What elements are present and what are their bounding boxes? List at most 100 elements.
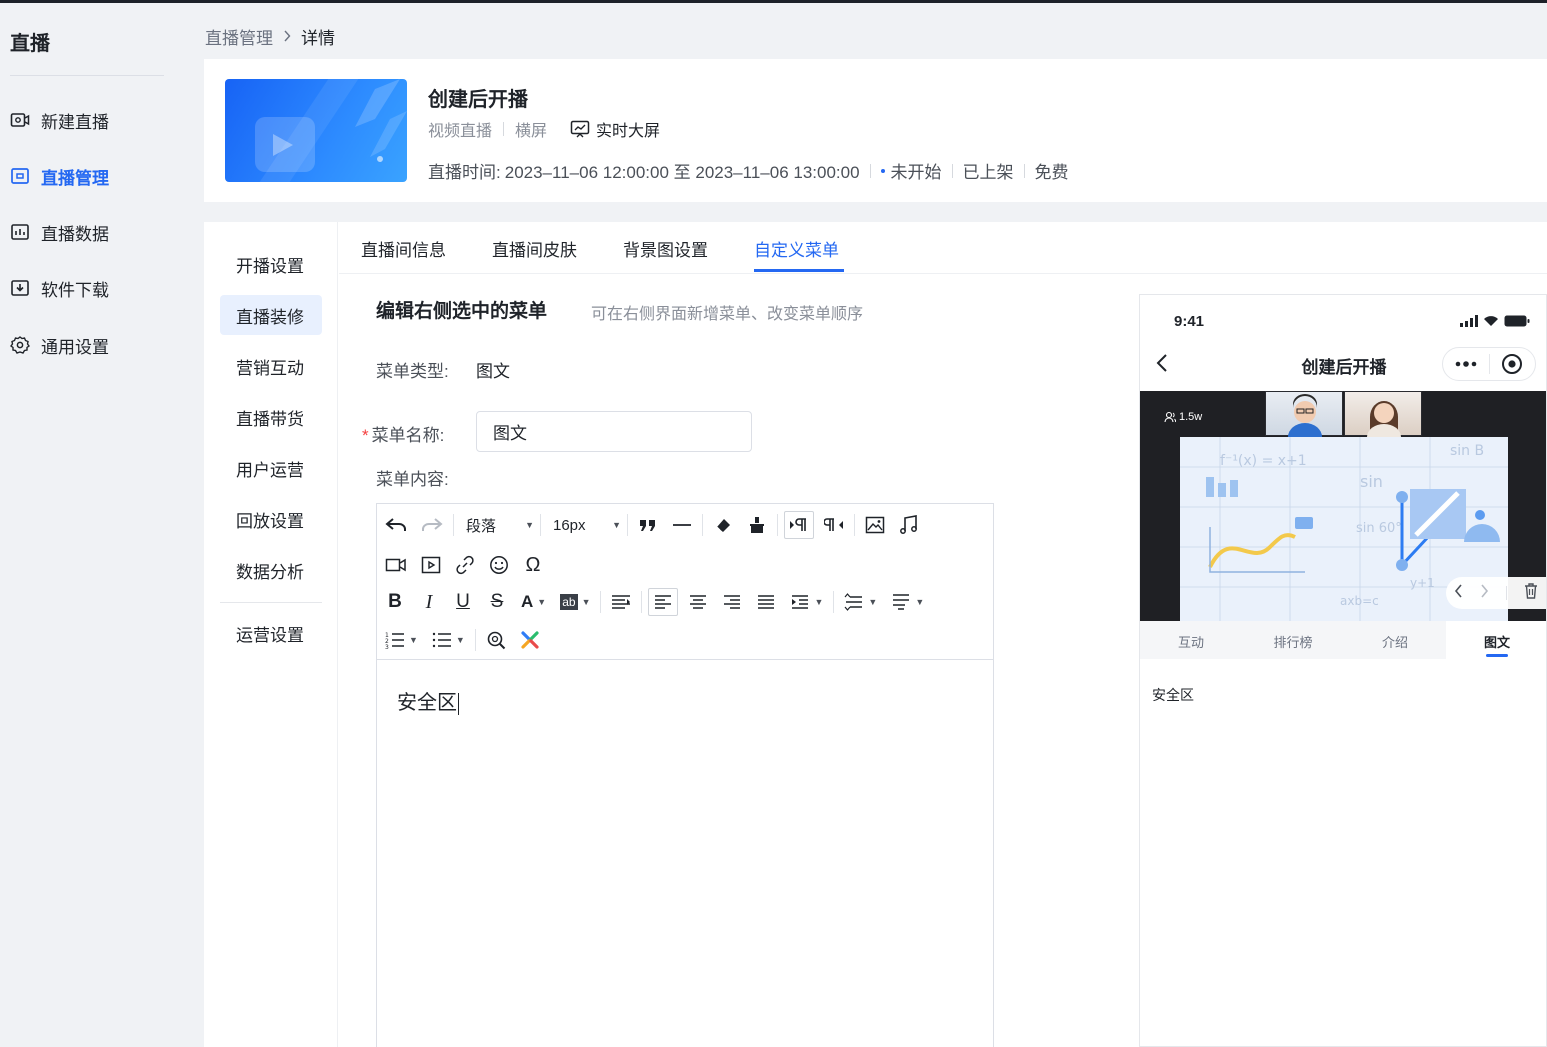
divider <box>503 122 505 136</box>
align-center-icon[interactable] <box>684 588 712 616</box>
caret-down-icon: ▼ <box>814 597 824 607</box>
font-color-icon[interactable]: A ▼ <box>517 588 550 616</box>
align-right-icon[interactable] <box>718 588 746 616</box>
svg-text:sin: sin <box>1360 472 1383 491</box>
line-height-icon[interactable]: ▼ <box>840 588 881 616</box>
subnav-item-commerce[interactable]: 直播带货 <box>220 397 322 437</box>
live-title: 创建后开播 <box>428 89 528 111</box>
eraser-icon[interactable] <box>709 511 737 539</box>
divider <box>10 75 164 76</box>
image-icon[interactable] <box>861 511 889 539</box>
sidebar-item-label: 软件下载 <box>41 280 109 300</box>
breadcrumb-parent[interactable]: 直播管理 <box>205 24 273 49</box>
subnav-item-decoration[interactable]: 直播装修 <box>220 295 322 335</box>
horizontal-rule-icon[interactable] <box>668 511 696 539</box>
chevron-right-icon[interactable] <box>1480 583 1489 603</box>
subnav-item-live-setup[interactable]: 开播设置 <box>220 244 322 284</box>
chart-icon <box>10 222 30 242</box>
menu-name-input[interactable] <box>476 411 752 452</box>
close-target-icon[interactable] <box>1489 348 1535 380</box>
divider <box>833 591 835 613</box>
svg-text:3: 3 <box>385 644 389 649</box>
ordered-list-icon[interactable]: 1 2 3 ▼ <box>381 626 422 654</box>
status-icons <box>1460 315 1530 327</box>
window-top-border <box>0 0 1547 3</box>
editor-text: 安全区 <box>397 692 457 714</box>
preview-tab-article[interactable]: 图文 <box>1446 621 1546 659</box>
underline-icon[interactable]: U <box>449 588 477 616</box>
sidebar-item-live-manage[interactable]: 直播管理 <box>10 161 109 191</box>
redo-icon[interactable] <box>417 511 447 539</box>
media-embed-icon[interactable] <box>417 551 445 579</box>
content-tabs: 直播间信息 直播间皮肤 背景图设置 自定义菜单 <box>339 222 1547 274</box>
sidebar-item-new-live[interactable]: 新建直播 <box>10 105 109 135</box>
viewer-count-value: 1.5w <box>1179 411 1203 423</box>
paragraph-select[interactable]: 段落 ▼ <box>460 515 534 536</box>
form-title: 编辑右侧选中的菜单 <box>376 301 548 322</box>
tab-room-skin[interactable]: 直播间皮肤 <box>492 236 577 261</box>
tab-custom-menu[interactable]: 自定义菜单 <box>754 236 839 261</box>
bullet-list-icon[interactable]: ▼ <box>428 626 469 654</box>
preview-tab-interact[interactable]: 互动 <box>1140 621 1242 659</box>
strikethrough-icon[interactable]: S <box>483 588 511 616</box>
chevron-right-icon <box>283 27 291 47</box>
divider <box>641 591 643 613</box>
font-size-select[interactable]: 16px ▼ <box>547 517 621 534</box>
divider <box>1023 163 1025 178</box>
price-status: 免费 <box>1034 163 1069 182</box>
trash-icon[interactable] <box>1524 582 1538 604</box>
subnav-item-user-ops[interactable]: 用户运营 <box>220 448 322 488</box>
mobile-preview: 9:41 创建后开播 1.5w f⁻¹(x) = x+1 sin B sin s… <box>1139 294 1547 1047</box>
tab-background[interactable]: 背景图设置 <box>623 236 708 261</box>
subnav-item-playback[interactable]: 回放设置 <box>220 499 322 539</box>
undo-icon[interactable] <box>381 511 411 539</box>
chevron-left-icon[interactable] <box>1454 583 1463 603</box>
subnav-item-analytics[interactable]: 数据分析 <box>220 550 322 590</box>
subnav-item-operations[interactable]: 运营设置 <box>220 613 322 653</box>
preview-tab-ranking[interactable]: 排行榜 <box>1242 621 1344 659</box>
align-left-icon[interactable] <box>648 588 679 616</box>
italic-icon[interactable]: I <box>415 588 443 616</box>
signal-icon <box>1460 315 1478 327</box>
caret-down-icon: ▼ <box>868 597 878 607</box>
menu-content-label: 菜单内容: <box>376 470 449 489</box>
sidebar-item-settings[interactable]: 通用设置 <box>10 330 109 360</box>
ltr-direction-icon[interactable] <box>784 511 814 539</box>
breadcrumb: 直播管理 详情 <box>205 24 335 49</box>
emoji-icon[interactable] <box>485 551 513 579</box>
live-type: 视频直播 <box>428 123 493 140</box>
bold-icon[interactable]: B <box>381 588 409 616</box>
paragraph-spacing-icon[interactable]: ▼ <box>887 588 928 616</box>
blockquote-icon[interactable] <box>634 511 662 539</box>
text-indent-icon[interactable] <box>607 588 635 616</box>
live-video-area: 1.5w f⁻¹(x) = x+1 sin B sin sin 60° y+1 … <box>1140 391 1546 621</box>
subnav-item-marketing[interactable]: 营销互动 <box>220 346 322 386</box>
search-replace-icon[interactable] <box>482 626 510 654</box>
editor-content-area[interactable]: 安全区 <box>397 686 459 715</box>
plugin-icon[interactable] <box>516 626 544 654</box>
screen-chart-icon <box>570 120 590 138</box>
special-char-icon[interactable]: Ω <box>519 551 547 579</box>
highlight-color-icon[interactable]: ab ▼ <box>556 588 594 616</box>
rtl-direction-icon[interactable] <box>820 511 848 539</box>
link-icon[interactable] <box>451 551 479 579</box>
video-icon[interactable] <box>381 551 411 579</box>
caret-down-icon: ▼ <box>581 597 591 607</box>
realtime-screen-link[interactable]: 实时大屏 <box>570 117 660 141</box>
caret-down-icon: ▼ <box>537 597 547 607</box>
divider <box>600 591 602 613</box>
tab-room-info[interactable]: 直播间信息 <box>361 236 446 261</box>
align-justify-icon[interactable] <box>752 588 780 616</box>
sidebar-item-download[interactable]: 软件下载 <box>10 273 109 303</box>
more-icon[interactable] <box>1443 348 1489 380</box>
format-brush-icon[interactable] <box>743 511 771 539</box>
caret-down-icon: ▼ <box>409 635 418 645</box>
indent-select-icon[interactable]: ▼ <box>786 588 827 616</box>
audio-icon[interactable] <box>895 511 923 539</box>
live-cover-image <box>225 79 407 182</box>
toolbar-row: Ω <box>381 550 553 580</box>
sidebar-item-live-data[interactable]: 直播数据 <box>10 217 109 247</box>
preview-tab-intro[interactable]: 介绍 <box>1344 621 1446 659</box>
sidebar: 直播 新建直播 直播管理 直播数据 软件下载 通用设置 <box>0 3 180 1047</box>
svg-text:sin 60°: sin 60° <box>1356 521 1402 536</box>
